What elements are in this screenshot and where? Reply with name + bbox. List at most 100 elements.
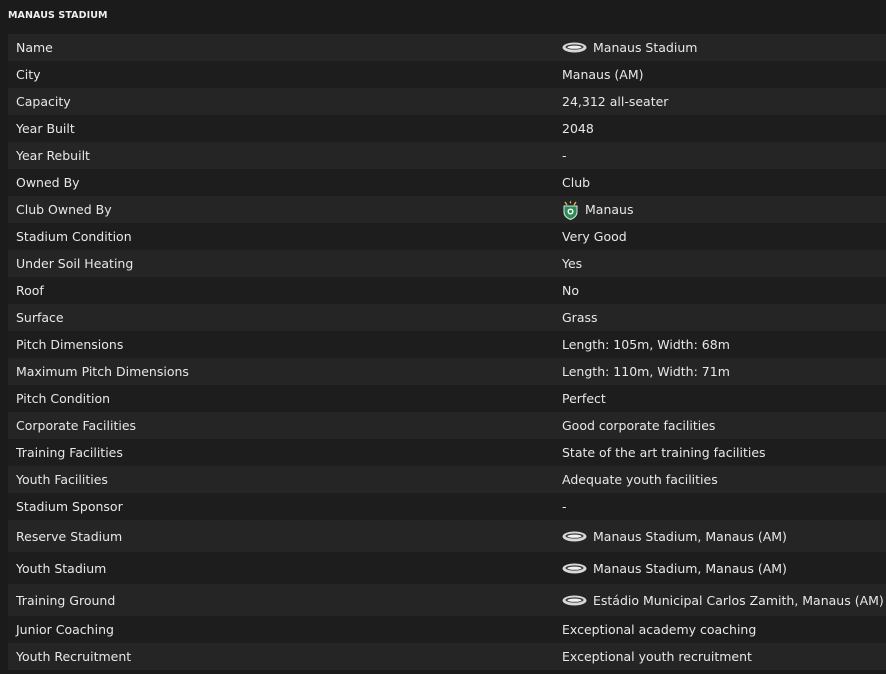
detail-row: Year Rebuilt - (8, 142, 886, 169)
detail-row: Stadium Condition Very Good (8, 223, 886, 250)
detail-label: Corporate Facilities (16, 418, 137, 433)
detail-value: Grass (562, 310, 598, 325)
detail-value: Adequate youth facilities (562, 472, 718, 487)
detail-value[interactable]: Estádio Municipal Carlos Zamith, Manaus … (562, 593, 884, 608)
detail-value-text: Manaus Stadium, Manaus (AM) (593, 560, 787, 576)
detail-label: Stadium Sponsor (16, 499, 123, 514)
detail-row: Training Ground Estádio Municipal Carlos … (8, 584, 886, 616)
detail-row: Reserve Stadium Manaus Stadium, Manaus (A… (8, 520, 886, 552)
detail-row: Junior Coaching Exceptional academy coach… (8, 616, 886, 643)
detail-row: Under Soil Heating Yes (8, 250, 886, 277)
detail-label: Youth Recruitment (16, 649, 132, 664)
detail-value-text: Exceptional youth recruitment (562, 649, 752, 664)
detail-label: Pitch Condition (16, 391, 111, 406)
detail-label: Club Owned By (16, 202, 112, 217)
detail-value: Length: 110m, Width: 71m (562, 364, 730, 379)
detail-label: Pitch Dimensions (16, 337, 124, 352)
detail-label: Training Facilities (16, 445, 123, 460)
detail-label: Stadium Condition (16, 229, 132, 244)
detail-value: No (562, 283, 579, 298)
detail-label: Name (16, 40, 53, 55)
detail-value: Good corporate facilities (562, 418, 715, 433)
detail-value: - (562, 148, 567, 163)
detail-row: Training Facilities State of the art trai… (8, 439, 886, 466)
stadium-icon (562, 531, 587, 542)
detail-value: Length: 105m, Width: 68m (562, 337, 730, 352)
detail-value: Manaus (AM) (562, 67, 644, 82)
detail-value: 24,312 all-seater (562, 94, 668, 109)
detail-value-text: Manaus Stadium, Manaus (AM) (593, 528, 787, 544)
stadium-icon (562, 595, 587, 606)
detail-value-text: 2048 (562, 121, 594, 136)
detail-value-text: Length: 105m, Width: 68m (562, 337, 730, 352)
detail-value-text: Club (562, 175, 591, 190)
detail-value: Club (562, 175, 590, 190)
detail-value-text: Manaus Stadium (593, 40, 698, 55)
detail-row: Maximum Pitch Dimensions Length: 110m, Wi… (8, 358, 886, 385)
detail-row: Corporate Facilities Good corporate facil… (8, 412, 886, 439)
detail-value-text: Good corporate facilities (562, 418, 716, 433)
detail-row: City Manaus (AM) (8, 61, 886, 88)
club-crest-icon (562, 200, 579, 220)
detail-value: Exceptional youth recruitment (562, 649, 752, 664)
detail-row: Capacity 24,312 all-seater (8, 88, 886, 115)
detail-row: Roof No (8, 277, 886, 304)
detail-row: Owned By Club (8, 169, 886, 196)
detail-row: Club Owned By Manaus (8, 196, 886, 223)
detail-value[interactable]: Manaus (562, 200, 633, 220)
detail-row: Pitch Condition Perfect (8, 385, 886, 412)
detail-value-text: Grass (562, 310, 598, 325)
detail-value-text: State of the art training facilities (562, 445, 766, 460)
stadium-icon (562, 563, 587, 574)
detail-label: Reserve Stadium (16, 528, 123, 544)
detail-label: Youth Facilities (16, 472, 108, 487)
detail-value-text: Estádio Municipal Carlos Zamith, Manaus … (593, 592, 884, 608)
detail-value-text: - (562, 499, 567, 514)
detail-label: Capacity (16, 94, 71, 109)
detail-label: Under Soil Heating (16, 256, 134, 271)
detail-value[interactable]: Manaus Stadium, Manaus (AM) (562, 561, 787, 576)
detail-label: Maximum Pitch Dimensions (16, 364, 189, 379)
detail-label: Year Rebuilt (16, 148, 90, 163)
detail-value-text: Manaus (585, 202, 634, 217)
detail-value: - (562, 499, 567, 514)
detail-value: State of the art training facilities (562, 445, 766, 460)
detail-row: Youth Stadium Manaus Stadium, Manaus (AM) (8, 552, 886, 584)
detail-row: Name Manaus Stadium (8, 34, 886, 61)
detail-value-text: Adequate youth facilities (562, 472, 718, 487)
detail-value: 2048 (562, 121, 594, 136)
detail-value: Perfect (562, 391, 606, 406)
detail-label: Youth Stadium (16, 560, 107, 576)
detail-value-text: Very Good (562, 229, 627, 244)
panel-title: MANAUS STADIUM (8, 9, 108, 21)
stadium-icon (562, 42, 587, 53)
detail-value: Very Good (562, 229, 627, 244)
detail-value-text: - (562, 148, 567, 163)
detail-row: Year Built 2048 (8, 115, 886, 142)
stadium-panel: MANAUS STADIUM Name Manaus Stadium City Man… (0, 0, 886, 674)
detail-value-text: Length: 110m, Width: 71m (562, 364, 730, 379)
detail-row: Pitch Dimensions Length: 105m, Width: 68m (8, 331, 886, 358)
detail-label: Roof (16, 283, 44, 298)
detail-label: City (16, 67, 41, 82)
detail-value[interactable]: Manaus Stadium (562, 40, 697, 55)
detail-label: Year Built (16, 121, 75, 136)
detail-row: Surface Grass (8, 304, 886, 331)
detail-label: Surface (16, 310, 64, 325)
detail-row: Youth Recruitment Exceptional youth recru… (8, 643, 886, 670)
detail-value: Exceptional academy coaching (562, 622, 756, 637)
detail-value-text: Manaus (AM) (562, 67, 644, 82)
detail-row: Stadium Sponsor - (8, 493, 886, 520)
detail-value-text: Yes (562, 256, 583, 271)
stadium-details-list: Name Manaus Stadium City Manaus (AM) Capacit… (8, 34, 886, 670)
detail-value: Yes (562, 256, 582, 271)
detail-value[interactable]: Manaus Stadium, Manaus (AM) (562, 529, 787, 544)
detail-label: Owned By (16, 175, 80, 190)
detail-value-text: Perfect (562, 391, 606, 406)
detail-value-text: 24,312 all-seater (562, 94, 669, 109)
detail-label: Junior Coaching (16, 622, 114, 637)
detail-label: Training Ground (16, 592, 116, 608)
detail-row: Youth Facilities Adequate youth facilitie… (8, 466, 886, 493)
detail-value-text: No (562, 283, 579, 298)
detail-value-text: Exceptional academy coaching (562, 622, 757, 637)
